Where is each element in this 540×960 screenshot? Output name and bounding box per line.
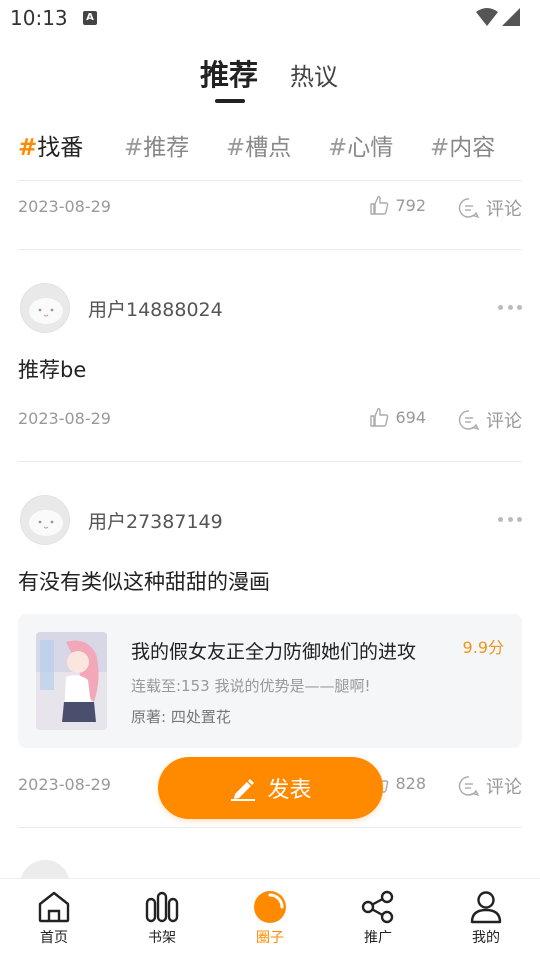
main-tabs: 推荐 热议 [0,50,540,110]
more-options-icon[interactable] [498,517,522,523]
comment-icon [458,410,480,431]
nav-label: 圈子 [256,930,284,946]
comic-card[interactable]: 我的假女友正全力防御她们的进攻 9.9分 连载至:153 我说的优势是——腿啊!… [18,614,522,748]
comment-label: 评论 [486,777,522,798]
username[interactable]: 用户27387149 [88,507,223,534]
circle-icon [254,891,286,923]
nav-label: 首页 [40,930,68,946]
nav-promote[interactable]: 推广 [343,889,413,947]
pencil-icon [231,779,256,801]
publish-label: 发表 [267,778,312,803]
like-button[interactable]: 694 [369,407,426,427]
comment-icon [458,198,480,219]
comic-title: 我的假女友正全力防御她们的进攻 [131,641,417,663]
nav-profile[interactable]: 我的 [451,889,521,947]
divider [18,461,522,462]
divider [18,249,522,250]
comic-score: 9.9分 [462,638,504,657]
home-icon [38,891,70,923]
like-count: 694 [395,407,426,427]
share-icon [361,890,394,924]
nav-label: 书架 [148,930,176,946]
avatar[interactable] [20,283,70,333]
hashtag-row: #找番 #推荐 #槽点 #心情 #内容 [18,128,538,162]
nav-label: 推广 [364,930,392,946]
comic-cover[interactable] [36,632,107,730]
username[interactable]: 用户14888024 [88,295,223,322]
divider [18,180,522,181]
bookshelf-icon [145,891,179,923]
cellular-icon [502,8,520,26]
comment-button[interactable]: 评论 [458,773,522,799]
comment-label: 评论 [486,411,522,432]
post-text: 有没有类似这种甜甜的漫画 [18,570,270,594]
comment-button[interactable]: 评论 [458,195,522,221]
comment-icon [458,776,480,797]
tag-content[interactable]: #内容 [430,128,495,162]
publish-button[interactable]: 发表 [158,757,383,819]
status-time: 10:13 [10,6,68,30]
bottom-nav: 首页 书架 圈子 推广 我的 [0,878,540,960]
nav-label: 我的 [472,930,500,946]
profile-icon [470,891,502,924]
tag-recommend[interactable]: #推荐 [124,128,189,162]
post-date: 2023-08-29 [18,409,111,428]
wifi-icon [476,8,498,26]
tag-complaints[interactable]: #槽点 [226,128,291,162]
divider [18,827,522,828]
like-count: 828 [395,773,426,793]
more-options-icon[interactable] [498,305,522,311]
post-date: 2023-08-29 [18,775,111,794]
tab-recommend[interactable]: 推荐 [200,52,258,94]
thumbs-up-icon [370,196,389,215]
post-header: 用户27387149 [18,495,522,545]
post-date: 2023-08-29 [18,197,111,216]
comic-latest-chapter: 连载至:153 我说的优势是——腿啊! [131,677,371,695]
like-count: 792 [395,195,426,215]
status-bar: 10:13 A [0,0,540,36]
post-meta: 2023-08-29 792 评论 [18,194,522,221]
avatar[interactable] [20,495,70,545]
tab-hot-discussion[interactable]: 热议 [290,57,338,92]
comic-author: 原著: 四处置花 [131,708,231,726]
post-header: 用户14888024 [18,283,522,333]
accessibility-icon: A [83,11,97,25]
thumbs-up-icon [370,408,389,427]
nav-home[interactable]: 首页 [19,889,89,947]
nav-bookshelf[interactable]: 书架 [127,889,197,947]
comment-label: 评论 [486,199,522,220]
post-text: 推荐be [18,358,87,382]
like-button[interactable]: 792 [369,195,426,215]
tag-find-anime[interactable]: #找番 [18,128,83,162]
post-meta: 2023-08-29 694 评论 [18,406,522,433]
comment-button[interactable]: 评论 [458,407,522,433]
tab-indicator [215,99,245,103]
nav-circle[interactable]: 圈子 [235,889,305,947]
tag-mood[interactable]: #心情 [328,128,393,162]
